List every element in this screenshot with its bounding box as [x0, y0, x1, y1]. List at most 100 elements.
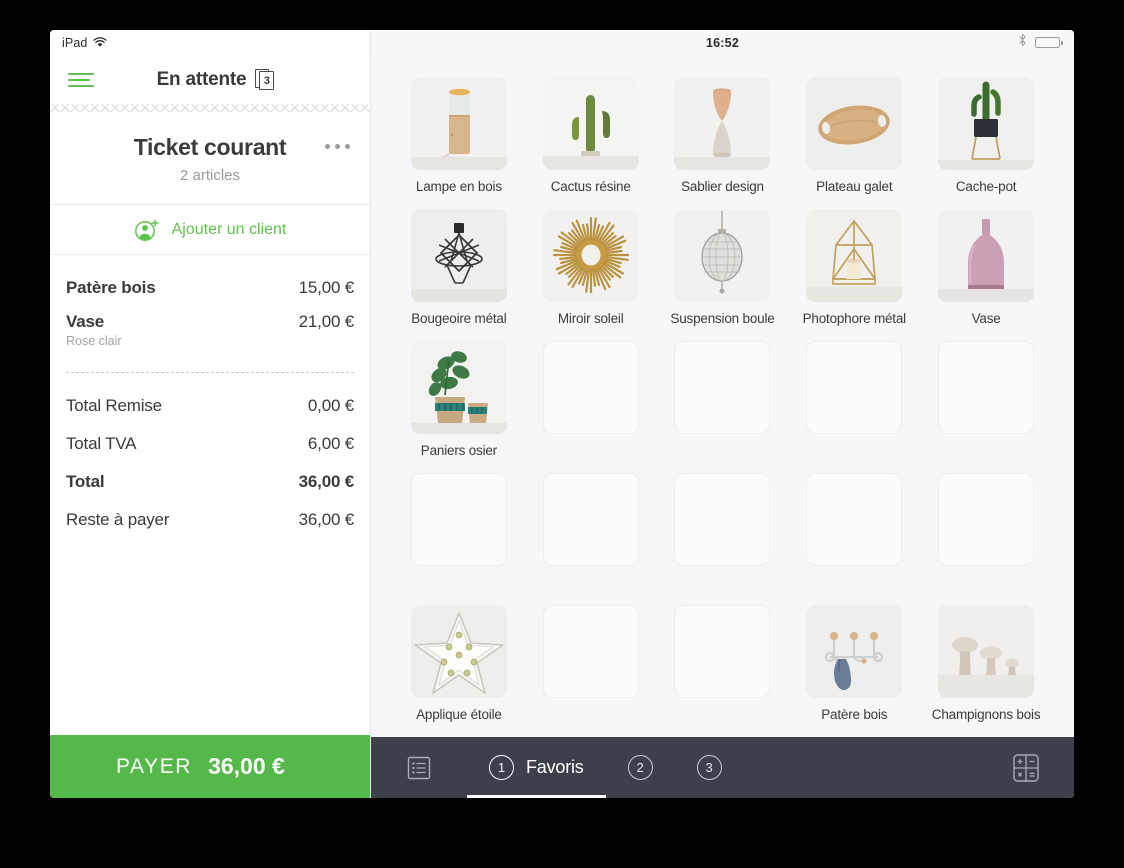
product-tile-empty[interactable]	[525, 341, 657, 473]
product-tile-empty[interactable]	[788, 473, 920, 605]
empty-slot	[542, 341, 639, 435]
pending-label: En attente	[156, 69, 247, 90]
ticket-line-item[interactable]: Vase 21,00 € Rose clair	[66, 305, 354, 355]
total-label: Total TVA	[66, 434, 137, 453]
ticket-header: En attente 3	[50, 56, 370, 104]
line-item-price: 21,00 €	[298, 312, 355, 331]
catalog-tabs: 1 Favoris 2 3	[467, 737, 744, 798]
total-row-tva: Total TVA 6,00 €	[66, 425, 354, 463]
total-row-total: Total 36,00 €	[66, 463, 354, 501]
product-tile-empty[interactable]	[920, 341, 1052, 473]
product-tile[interactable]: Suspension boule	[657, 209, 789, 341]
more-options-icon[interactable]	[325, 144, 350, 149]
calculator-icon[interactable]	[978, 737, 1074, 798]
champignons-bois-image	[938, 605, 1035, 699]
product-label: Sablier design	[681, 179, 764, 195]
tab-page-2[interactable]: 2	[606, 737, 675, 798]
cache-pot-image	[938, 77, 1035, 171]
product-tile-empty[interactable]	[525, 605, 657, 737]
total-row-reste-a-payer: Reste à payer 36,00 €	[66, 501, 354, 539]
vase-image	[938, 209, 1035, 303]
product-label: Lampe en bois	[415, 179, 502, 195]
ticket-title: Ticket courant	[133, 134, 287, 160]
lampe-en-bois-image	[410, 77, 507, 171]
product-tile[interactable]: Applique étoile	[393, 605, 525, 737]
product-tile-empty[interactable]	[657, 473, 789, 605]
tab-number: 1	[489, 755, 514, 781]
product-tile[interactable]: Vase	[920, 209, 1052, 341]
cactus-resine-image	[542, 77, 639, 171]
catalog-panel: 16:52 Lampe en bois Cactus résine Sablie…	[371, 30, 1074, 798]
total-label: Total	[66, 472, 105, 491]
tab-page-3[interactable]: 3	[675, 737, 744, 798]
line-item-price: 15,00 €	[298, 278, 355, 297]
product-tile[interactable]: Photophore métal	[788, 209, 920, 341]
applique-etoile-image	[410, 605, 507, 699]
empty-slot	[674, 473, 771, 567]
empty-slot	[938, 341, 1035, 435]
photophore-metal-image	[806, 209, 903, 303]
product-tile[interactable]: Paniers osier	[393, 341, 525, 473]
empty-slot	[542, 473, 639, 567]
line-item-name: Vase	[66, 312, 104, 331]
receipt-tear-divider	[50, 104, 370, 112]
line-item-variant: Rose clair	[66, 334, 122, 348]
pay-button[interactable]: PAYER 36,00 €	[50, 735, 370, 798]
pending-count-badge: 3	[255, 69, 275, 91]
product-tile-empty[interactable]	[657, 605, 789, 737]
suspension-boule-image	[674, 209, 771, 303]
product-tile[interactable]: Plateau galet	[788, 77, 920, 209]
product-label: Photophore métal	[802, 311, 907, 327]
add-person-icon	[134, 218, 160, 242]
pay-button-label: PAYER	[116, 754, 193, 778]
product-tile-empty[interactable]	[788, 341, 920, 473]
product-tile[interactable]: Champignons bois	[920, 605, 1052, 737]
pending-tickets-button[interactable]: En attente 3	[157, 69, 276, 91]
product-tile-empty[interactable]	[393, 473, 525, 605]
product-label: Paniers osier	[420, 443, 497, 459]
product-tile[interactable]: Sablier design	[657, 77, 789, 209]
empty-slot	[674, 341, 771, 435]
product-label: Bougeoire métal	[411, 311, 507, 327]
product-tile[interactable]: Patère bois	[788, 605, 920, 737]
ticket-line-items: Patère bois 15,00 € Vase 21,00 € Rose cl…	[50, 255, 370, 355]
paniers-osier-image	[410, 341, 507, 435]
tab-favoris[interactable]: 1 Favoris	[467, 737, 606, 798]
ticket-line-item[interactable]: Patère bois 15,00 €	[66, 271, 354, 305]
hamburger-menu-icon[interactable]	[68, 73, 98, 87]
product-tile[interactable]: Cache-pot	[920, 77, 1052, 209]
list-view-icon[interactable]	[371, 737, 467, 798]
empty-slot	[938, 473, 1035, 567]
miroir-soleil-image	[542, 209, 639, 303]
ticket-totals: Total Remise 0,00 € Total TVA 6,00 € Tot…	[50, 373, 370, 539]
ipad-app-window: iPad En attente 3 Ticket courant 2 artic…	[50, 30, 1074, 798]
empty-slot	[410, 473, 507, 567]
total-value: 6,00 €	[307, 434, 354, 453]
product-tile-empty[interactable]	[525, 473, 657, 605]
device-label: iPad	[62, 36, 88, 50]
product-tile[interactable]: Cactus résine	[525, 77, 657, 209]
total-value: 0,00 €	[307, 396, 354, 415]
empty-slot	[806, 473, 903, 567]
product-label: Miroir soleil	[557, 311, 624, 327]
product-tile-empty[interactable]	[657, 341, 789, 473]
add-client-button[interactable]: Ajouter un client	[50, 205, 370, 255]
product-tile[interactable]: Bougeoire métal	[393, 209, 525, 341]
status-bar-left: iPad	[50, 30, 370, 56]
product-tile-empty[interactable]	[920, 473, 1052, 605]
wifi-icon	[93, 36, 107, 51]
clock: 16:52	[706, 35, 739, 50]
product-label: Applique étoile	[416, 707, 502, 723]
product-tile[interactable]: Lampe en bois	[393, 77, 525, 209]
patere-bois-image	[806, 605, 903, 699]
bougeoire-metal-image	[410, 209, 507, 303]
empty-slot	[806, 341, 903, 435]
total-label: Reste à payer	[66, 510, 170, 529]
total-value: 36,00 €	[298, 472, 355, 491]
tab-number: 2	[627, 755, 653, 781]
product-tile[interactable]: Miroir soleil	[525, 209, 657, 341]
ticket-panel: iPad En attente 3 Ticket courant 2 artic…	[50, 30, 371, 798]
add-client-label: Ajouter un client	[171, 220, 287, 238]
bluetooth-icon	[1018, 33, 1027, 52]
product-label: Vase	[971, 311, 1001, 327]
